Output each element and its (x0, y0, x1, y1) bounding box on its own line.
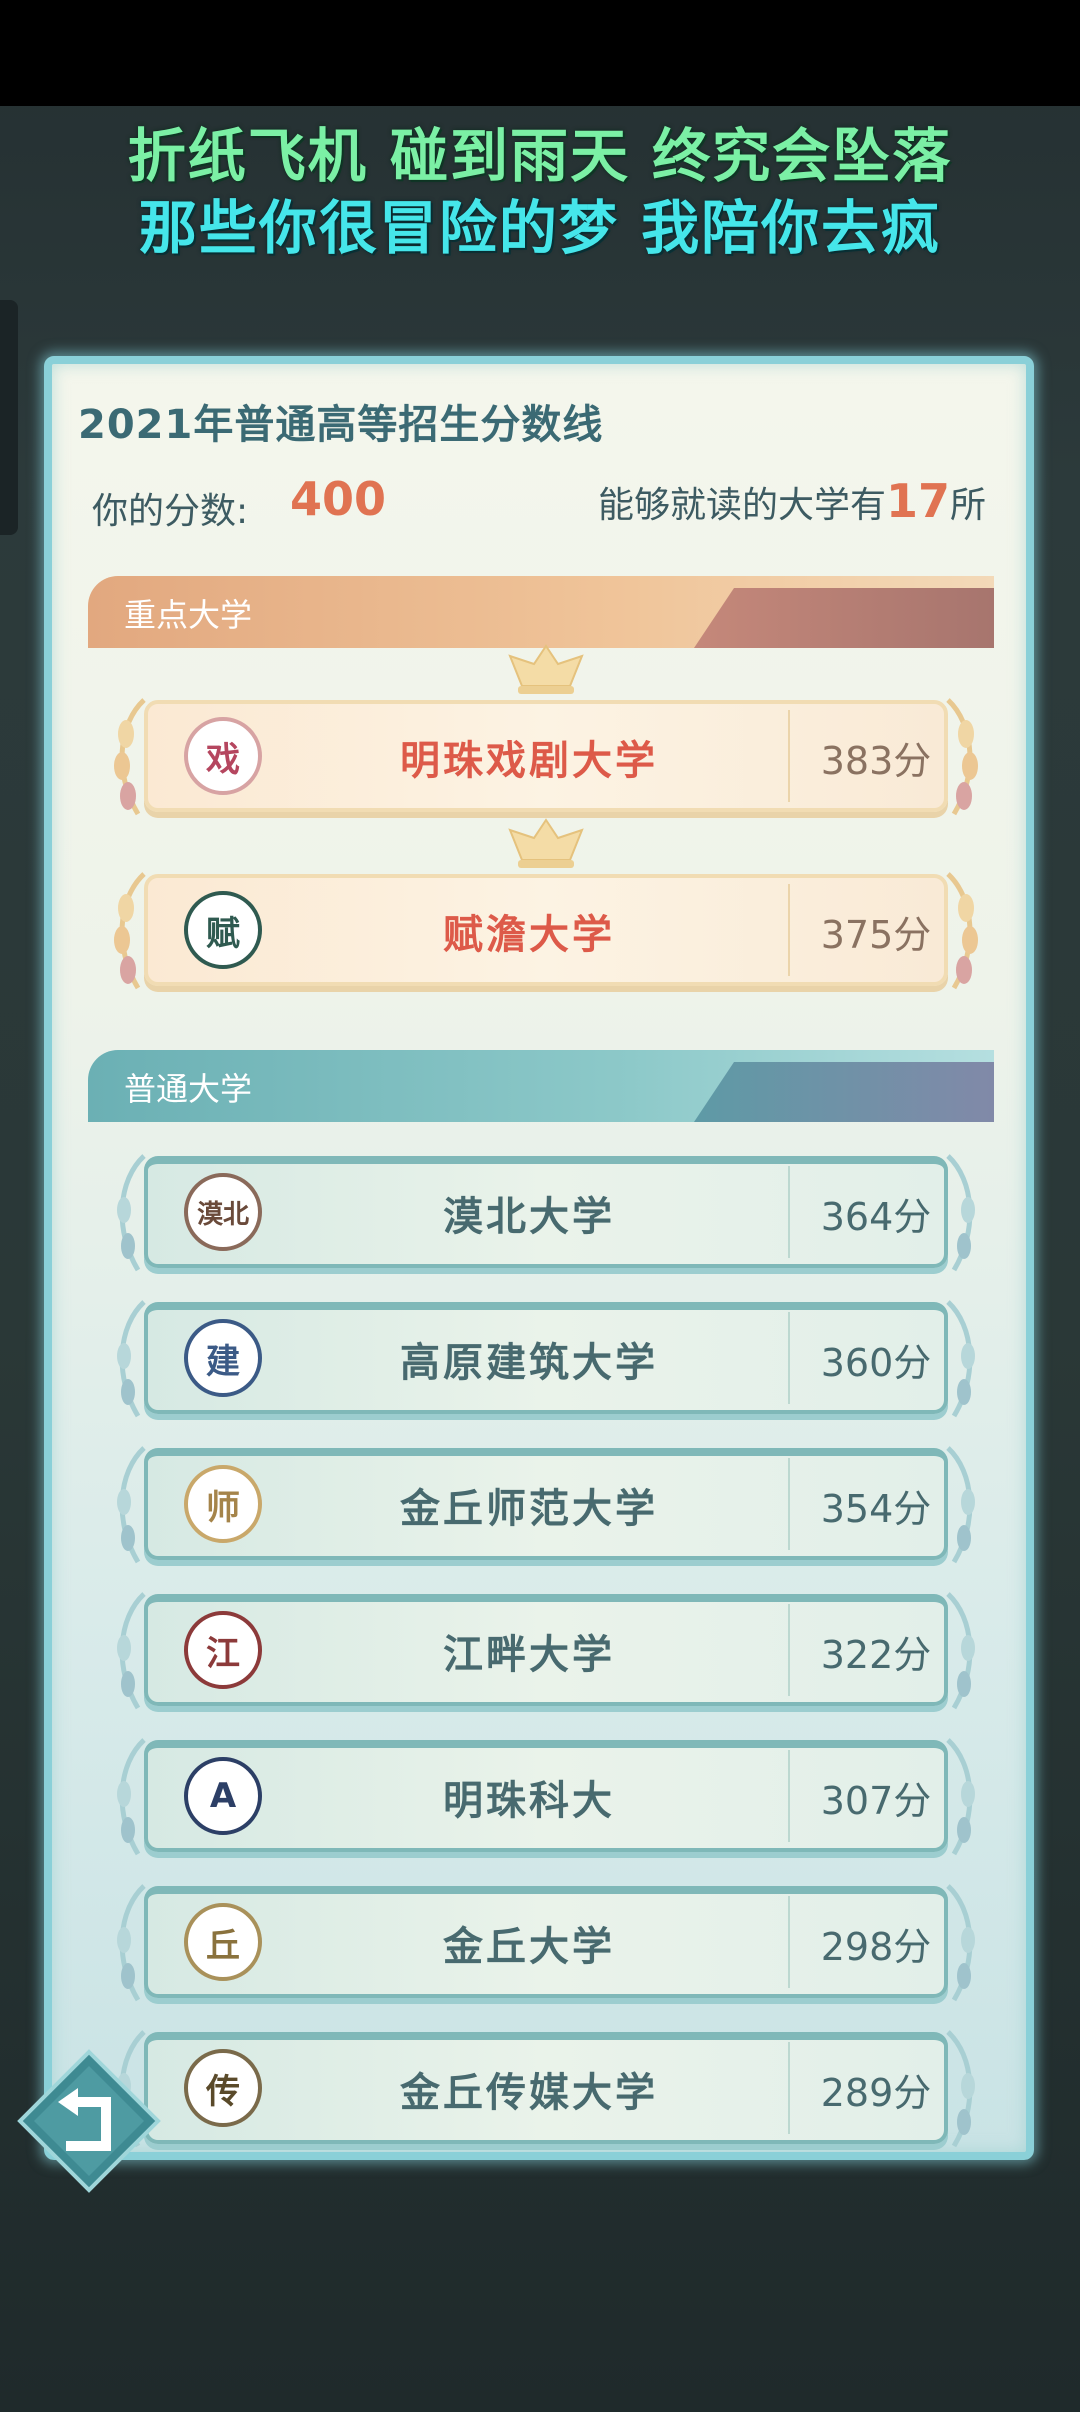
university-name: 高原建筑大学 (400, 1340, 658, 1386)
laurel-right-icon (946, 698, 978, 816)
crown-icon (508, 818, 584, 868)
mobei-seal-icon: 漠北 (184, 1173, 262, 1251)
score-value: 400 (290, 472, 387, 526)
laurel-right-icon (946, 1446, 975, 1564)
university-name: 金丘师范大学 (400, 1486, 658, 1532)
jiangpan-seal-icon: 江 (184, 1611, 262, 1689)
key-universities-header: 重点大学 (88, 576, 994, 648)
laurel-right-icon (946, 872, 978, 990)
university-name: 赋澹大学 (443, 912, 615, 958)
university-name: 明珠戏剧大学 (400, 738, 658, 784)
laurel-left-icon (117, 1446, 146, 1564)
admission-score: 383分 (820, 739, 932, 783)
fudan-seal-icon: 赋 (184, 891, 262, 969)
normal-universities-header: 普通大学 (88, 1050, 994, 1122)
admission-score: 354分 (820, 1487, 932, 1531)
score-line-panel: 2021年普通高等招生分数线 你的分数: 400 能够就读的大学有17所 重点大… (44, 356, 1034, 2160)
admission-score: 360分 (820, 1341, 932, 1385)
university-name: 金丘传媒大学 (400, 2070, 658, 2116)
laurel-right-icon (946, 1154, 975, 1272)
laurel-right-icon (946, 1738, 975, 1856)
crown-icon (508, 644, 584, 694)
university-name: 明珠科大 (443, 1778, 615, 1824)
science-tech-seal-icon: A (184, 1757, 262, 1835)
laurel-left-icon (114, 698, 146, 816)
normal-university-row[interactable]: 漠北 漠北大学 364分 (117, 1154, 975, 1272)
laurel-right-icon (946, 1300, 975, 1418)
laurel-left-icon (117, 1592, 146, 1710)
university-name: 金丘大学 (443, 1924, 615, 1970)
key-university-row[interactable]: 赋 赋澹大学 375分 (114, 818, 978, 990)
university-name: 漠北大学 (443, 1194, 615, 1240)
laurel-left-icon (114, 872, 146, 990)
media-university-seal-icon: 传 (184, 2049, 262, 2127)
normal-university-row[interactable]: 传 金丘传媒大学 289分 (117, 2030, 975, 2148)
normal-university-row[interactable]: 建 高原建筑大学 360分 (117, 1300, 975, 1418)
admission-score: 322分 (820, 1633, 932, 1677)
laurel-right-icon (946, 1592, 975, 1710)
lyric-line-1: 折纸飞机 碰到雨天 终究会坠落 (127, 122, 953, 190)
drama-university-seal-icon: 戏 (184, 717, 262, 795)
count-value: 17 (885, 474, 950, 528)
laurel-right-icon (946, 2030, 975, 2148)
laurel-right-icon (946, 1884, 975, 2002)
admission-score: 364分 (820, 1195, 932, 1239)
architecture-seal-icon: 建 (184, 1319, 262, 1397)
laurel-left-icon (117, 1884, 146, 2002)
lyrics-overlay: 折纸飞机 碰到雨天 终究会坠落 那些你很冒险的梦 我陪你去疯 (0, 120, 1080, 264)
normal-university-seal-icon: 师 (184, 1465, 262, 1543)
laurel-left-icon (117, 1300, 146, 1418)
normal-university-row[interactable]: 江 江畔大学 322分 (117, 1592, 975, 1710)
admission-score: 298分 (820, 1925, 932, 1969)
back-button[interactable] (14, 2046, 164, 2196)
status-bar (0, 0, 1080, 106)
panel-title: 2021年普通高等招生分数线 (78, 402, 604, 448)
eligible-count: 能够就读的大学有17所 (598, 474, 986, 528)
admission-score: 289分 (820, 2071, 932, 2115)
key-section-title: 重点大学 (124, 596, 253, 634)
count-prefix: 能够就读的大学有 (597, 485, 886, 526)
key-university-row[interactable]: 戏 明珠戏剧大学 383分 (114, 644, 978, 816)
count-suffix: 所 (949, 485, 986, 526)
admission-score: 375分 (820, 913, 932, 957)
admission-score: 307分 (820, 1779, 932, 1823)
normal-university-row[interactable]: 师 金丘师范大学 354分 (117, 1446, 975, 1564)
laurel-left-icon (117, 1738, 146, 1856)
lyric-line-2: 那些你很冒险的梦 我陪你去疯 (138, 194, 942, 262)
university-name: 江畔大学 (443, 1632, 615, 1678)
score-label: 你的分数: (92, 491, 249, 532)
laurel-left-icon (117, 1154, 146, 1272)
normal-university-row[interactable]: A 明珠科大 307分 (117, 1738, 975, 1856)
jinqiu-seal-icon: 丘 (184, 1903, 262, 1981)
side-drawer-handle[interactable] (0, 300, 18, 535)
normal-university-row[interactable]: 丘 金丘大学 298分 (117, 1884, 975, 2002)
normal-section-title: 普通大学 (124, 1070, 253, 1108)
